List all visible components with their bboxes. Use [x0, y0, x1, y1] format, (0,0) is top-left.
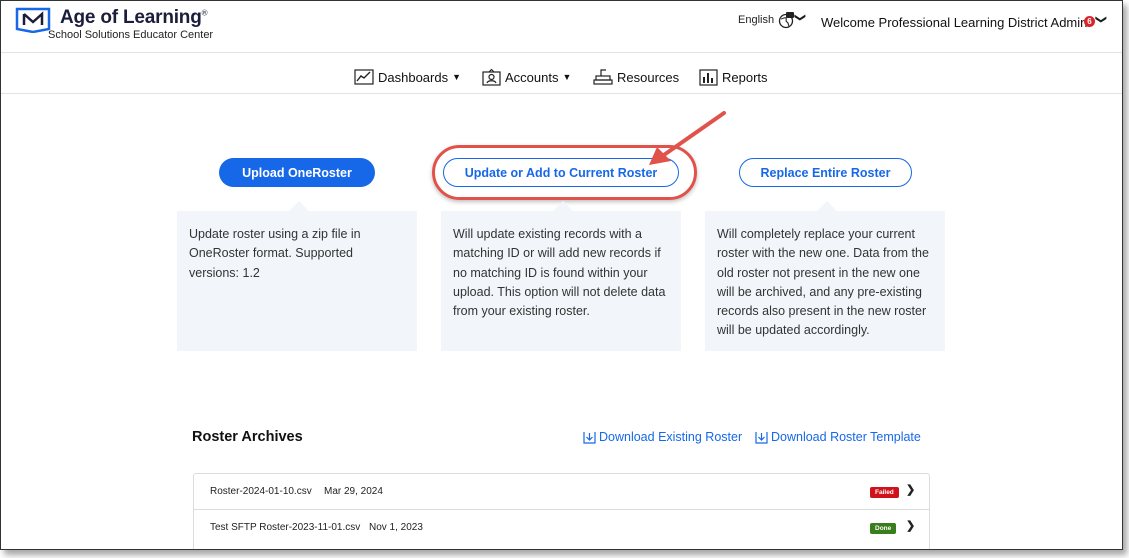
- callout-arrow-icon: [649, 111, 726, 165]
- books-icon: [593, 69, 613, 85]
- nav-resources-label: Resources: [617, 69, 680, 85]
- language-selector[interactable]: English: [738, 14, 774, 26]
- replace-roster-button[interactable]: Replace Entire Roster: [739, 158, 912, 187]
- nav-reports[interactable]: Reports: [699, 67, 768, 87]
- chevron-right-icon[interactable]: ❯: [906, 519, 915, 532]
- app-window: Age of Learning® School Solutions Educat…: [0, 0, 1123, 550]
- main-nav: Dashboards ▼ Accounts ▼ Resources Report…: [1, 53, 1122, 94]
- upload-oneroster-button[interactable]: Upload OneRoster: [219, 158, 375, 187]
- chevron-down-icon: ▼: [562, 72, 572, 82]
- nav-reports-label: Reports: [722, 69, 768, 85]
- download-existing-roster-link[interactable]: Download Existing Roster: [583, 430, 742, 444]
- nav-accounts-label: Accounts: [505, 69, 559, 85]
- archive-date: Nov 1, 2023: [369, 522, 423, 533]
- globe-icon[interactable]: [777, 11, 795, 29]
- update-description-card: Will update existing records with a matc…: [441, 201, 681, 351]
- download-roster-template-label: Download Roster Template: [771, 430, 921, 444]
- download-icon: [755, 431, 768, 444]
- download-icon: [583, 431, 596, 444]
- bar-chart-icon: [699, 68, 718, 86]
- chart-line-icon: [354, 69, 374, 85]
- replace-description-card: Will completely replace your current ros…: [705, 201, 945, 351]
- brand-registered-mark: ®: [201, 8, 208, 18]
- chevron-down-icon[interactable]: ❯: [794, 13, 807, 22]
- upload-description-card: Update roster using a zip file in OneRos…: [177, 201, 417, 351]
- nav-dashboards[interactable]: Dashboards ▼: [354, 67, 461, 87]
- download-existing-roster-label: Download Existing Roster: [599, 430, 743, 444]
- archive-file-name: Test SFTP Roster-2023-11-01.csv: [210, 522, 361, 533]
- roster-archives-title: Roster Archives: [192, 429, 303, 445]
- nav-resources[interactable]: Resources: [593, 67, 679, 87]
- welcome-message: Welcome Professional Learning District A…: [821, 15, 1091, 30]
- brand-name[interactable]: Age of Learning®: [60, 7, 208, 29]
- status-badge: Done: [870, 523, 897, 534]
- table-row[interactable]: Test SFTP Roster-2023-11-01.csv Nov 1, 2…: [194, 509, 929, 545]
- accounts-icon: [482, 68, 501, 86]
- table-row[interactable]: Roster-2024-01-10.csv Mar 29, 2024 Faile…: [194, 474, 929, 509]
- brand-subtitle: School Solutions Educator Center: [48, 29, 214, 41]
- nav-dashboards-label: Dashboards: [378, 69, 449, 85]
- top-bar: Age of Learning® School Solutions Educat…: [1, 1, 1122, 53]
- archive-file-name: Roster-2024-01-10.csv: [210, 486, 312, 497]
- status-badge: Failed: [870, 487, 899, 498]
- logo-icon: [15, 7, 51, 33]
- download-roster-template-link[interactable]: Download Roster Template: [755, 430, 921, 444]
- nav-accounts[interactable]: Accounts ▼: [482, 67, 571, 87]
- archive-date: Mar 29, 2024: [324, 486, 383, 497]
- notification-badge[interactable]: 6: [1084, 16, 1095, 27]
- chevron-down-icon: ▼: [452, 72, 462, 82]
- roster-archives-table: Roster-2024-01-10.csv Mar 29, 2024 Faile…: [193, 473, 930, 549]
- chevron-right-icon[interactable]: ❯: [906, 483, 915, 496]
- user-menu-chevron-icon[interactable]: ❯: [1095, 15, 1108, 24]
